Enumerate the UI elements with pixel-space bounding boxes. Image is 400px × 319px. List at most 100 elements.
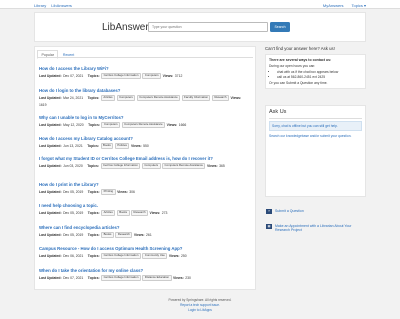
topic-tag[interactable]: Computers <box>141 162 161 170</box>
faq-question-link[interactable]: Where can I find encyclopedia articles? <box>39 225 253 230</box>
appointment-link[interactable]: Make an Appointment with a Librarian Abo… <box>275 224 366 233</box>
open-hours-text: During our open hours you can: <box>269 64 316 69</box>
topic-tag[interactable]: Cerritos College Information <box>101 274 141 282</box>
views-label: Views: <box>166 122 178 127</box>
topics-label: Topics: <box>87 210 100 215</box>
topic-tag[interactable]: Computers <box>101 121 121 129</box>
views-count: 230 <box>185 275 191 280</box>
faq-item: How do I access my Library Catalog accou… <box>39 136 253 150</box>
ask-us-panel: Ask Us Sorry, chat is offline but you ca… <box>265 105 366 197</box>
faq-question-link[interactable]: Campus Resource - How do I access Optimu… <box>39 246 253 251</box>
topic-tag[interactable]: Cerritos College Information <box>100 162 141 170</box>
topic-tag[interactable]: Books <box>100 142 114 150</box>
topic-tag[interactable]: Research <box>115 231 133 239</box>
divider <box>269 117 362 119</box>
faq-item: How do I login to the library databases?… <box>39 88 253 107</box>
views-label: Views: <box>206 163 218 168</box>
topics-label: Topics: <box>87 253 100 258</box>
faq-item: How do I access the Library WiFi? Last Up… <box>39 66 253 80</box>
sidebar-title: Can't find your answer here? Ask us! <box>265 46 335 51</box>
topic-tag[interactable]: Cerritos College Information <box>101 72 141 80</box>
faq-meta: Last Updated: Mar 24, 2021 Topics: Articles… <box>39 94 253 107</box>
views-label: Views: <box>117 189 128 194</box>
breadcrumb-library[interactable]: Library <box>34 3 46 8</box>
faq-meta: Last Updated: Jun 03, 2020 Topics: Cerritos… <box>39 162 253 170</box>
faq-question-link[interactable]: When do I take the orientation for my on… <box>39 268 253 273</box>
last-updated-value: Dec 07, 2021 <box>63 73 84 78</box>
topic-tag[interactable]: Cerritos College Information <box>101 252 141 260</box>
topic-tag[interactable]: Computers Remote Assistance <box>136 94 181 102</box>
login-libapps-link[interactable]: Login to LibApps <box>0 308 400 312</box>
last-updated-value: May 12, 2020 <box>63 122 84 127</box>
search-input[interactable] <box>148 22 268 32</box>
last-updated-label: Last Updated: <box>39 232 62 237</box>
faq-meta: Last Updated: Dec 05, 2019 Topics: Printing… <box>39 188 253 196</box>
topic-tag[interactable]: Computers <box>142 72 162 80</box>
last-updated-value: Dec 05, 2019 <box>63 232 84 237</box>
tab-divider <box>37 57 253 58</box>
last-updated-value: Dec 07, 2021 <box>63 275 84 280</box>
topics-dropdown[interactable]: Topics ▾ <box>352 3 366 8</box>
last-updated-label: Last Updated: <box>39 122 62 127</box>
report-issue-link[interactable]: Report a tech support issue. <box>0 303 400 307</box>
faq-question-link[interactable]: I forgot what my Student ID or Cerritos … <box>39 156 253 161</box>
tab-recent[interactable]: Recent <box>58 50 78 59</box>
powered-by: Powered by Springshare. All rights reser… <box>168 298 232 302</box>
faq-question-link[interactable]: How do I access my Library Catalog accou… <box>39 136 253 141</box>
topic-tag[interactable]: Community Use <box>142 252 168 260</box>
views-count: 261 <box>146 232 152 237</box>
faq-meta: Last Updated: Dec 07, 2021 Topics: Cerritos… <box>39 72 253 80</box>
faq-question-link[interactable]: How do I access the Library WiFi? <box>39 66 253 71</box>
last-updated-label: Last Updated: <box>39 95 62 100</box>
topic-tag[interactable]: Distance Education <box>142 274 172 282</box>
faq-question-link[interactable]: How do I login to the library databases? <box>39 88 253 93</box>
faq-item: I need help choosing a topic. Last Update… <box>39 203 253 217</box>
breadcrumb-libanswers[interactable]: LibAnswers <box>51 3 72 8</box>
faq-item: How do I print in the Library? Last Updat… <box>39 182 253 196</box>
topic-tag[interactable]: Articles <box>100 94 116 102</box>
faq-question-link[interactable]: Why can I unable to log in to MyCerritos… <box>39 115 253 120</box>
views-count: 273 <box>161 210 168 215</box>
search-button[interactable]: Search <box>270 22 290 32</box>
topic-tag[interactable]: Computers Remote Assistance <box>162 162 206 170</box>
views-label: Views: <box>230 95 242 100</box>
views-label: Views: <box>133 232 145 237</box>
views-label: Views: <box>168 253 180 258</box>
topic-tag[interactable]: Computers <box>116 94 136 102</box>
topic-tag[interactable]: Research <box>131 209 149 217</box>
faq-meta: Last Updated: Dec 05, 2019 Topics: Articles… <box>39 209 253 217</box>
topic-tag[interactable]: Research <box>211 94 229 102</box>
faq-question-link[interactable]: How do I print in the Library? <box>39 182 253 187</box>
tab-popular[interactable]: Popular <box>37 50 59 60</box>
views-count: 1666 <box>178 122 187 127</box>
submit-question-action[interactable]: ? Submit a Question <box>266 209 366 214</box>
topic-tag[interactable]: Computers Remote Assistance <box>121 121 166 129</box>
submit-question-link[interactable]: Submit a Question <box>275 209 304 213</box>
myanswers-link[interactable]: MyAnswers <box>323 3 344 8</box>
last-updated-value: Jun 13, 2021 <box>63 143 83 148</box>
search-kb-link[interactable]: Search our knowledgebase and/or submit y… <box>269 134 362 138</box>
appointment-action[interactable]: ▦ Make an Appointment with a Librarian A… <box>266 224 366 233</box>
faq-meta: Last Updated: Dec 05, 2019 Topics: Books Res… <box>39 231 253 239</box>
topic-tag[interactable]: Printing <box>101 188 116 196</box>
topic-tag[interactable]: Books <box>116 209 130 217</box>
faq-item: Where can I find encyclopedia articles? L… <box>39 225 253 239</box>
topic-tag[interactable]: Faculty Information <box>181 94 211 102</box>
last-updated-value: Jun 03, 2020 <box>63 163 83 168</box>
contact-panel: There are several ways to contact us: Du… <box>265 54 366 90</box>
last-updated-value: Dec 05, 2019 <box>63 210 84 215</box>
views-count: 550 <box>143 143 149 148</box>
topics-label: Topics: <box>87 163 100 168</box>
last-updated-label: Last Updated: <box>39 210 62 215</box>
faq-panel: Popular Recent How do I access the Libra… <box>34 46 256 290</box>
faq-meta: Last Updated: Jun 13, 2021 Topics: Books Pol… <box>39 142 253 150</box>
faq-question-link[interactable]: I need help choosing a topic. <box>39 203 253 208</box>
page-title: LibAnswers <box>102 22 154 33</box>
topic-tag[interactable]: Articles <box>101 209 116 217</box>
last-updated-label: Last Updated: <box>39 189 62 194</box>
question-icon: ? <box>266 209 272 214</box>
faq-item: When do I take the orientation for my on… <box>39 268 253 282</box>
topic-tag[interactable]: Policies <box>114 142 130 150</box>
topic-tag[interactable]: Books <box>101 231 114 239</box>
faq-item: Campus Resource - How do I access Optimu… <box>39 246 253 260</box>
